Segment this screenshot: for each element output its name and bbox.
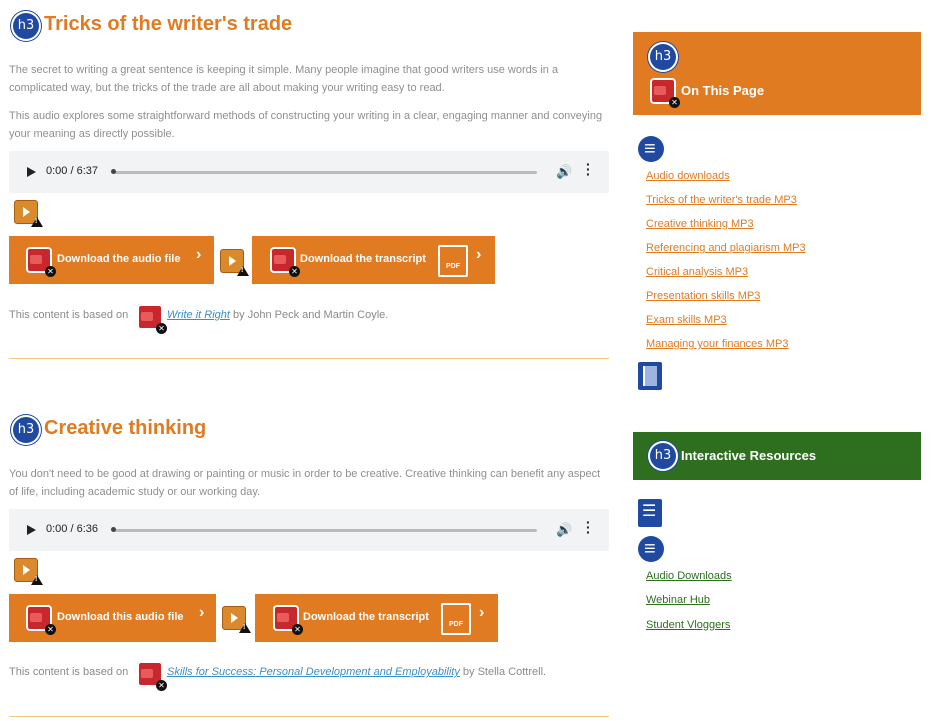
section-description-paragraph: This audio explores some straightforward… [9,110,603,140]
list-icon [638,536,664,562]
book-cover-icon [137,304,167,334]
book-title-link[interactable]: Skills for Success: Personal Development… [167,666,460,678]
video-fallback-icon [14,200,43,227]
pdf-icon: PDF [441,603,471,635]
audio-time: 0:00 / 6:37 [46,165,98,177]
based-on-prefix: This content is based on [9,309,129,321]
based-on-line: This content is based on [9,309,128,321]
sidebar-link-finances-mp3[interactable]: Managing your finances MP3 [646,338,916,362]
audio-file-icon [26,247,56,277]
download-audio-label: Download this audio file [57,611,184,623]
video-fallback-icon [222,606,251,633]
sidebar-link-audio-downloads-hub[interactable]: Audio Downloads [646,570,916,594]
book-authors: by Stella Cottrell. [462,666,547,678]
on-this-page-links: Audio downloads Tricks of the writer's t… [646,170,916,362]
based-on-prefix: This content is based on [9,666,129,678]
audio-time: 0:00 / 6:36 [46,523,98,535]
h3-badge-icon: h3 [650,44,676,70]
document-icon [638,499,662,527]
section-divider [9,358,609,359]
sidebar-link-referencing-mp3[interactable]: Referencing and plagiarism MP3 [646,242,916,266]
audio-player[interactable]: 0:00 / 6:37 🔊 · · · [9,151,609,193]
section-intro-paragraph: The secret to writing a great sentence i… [9,64,559,94]
interactive-resources-title: Interactive Resources [681,448,817,463]
download-transcript-button[interactable]: Download the transcript PDF › [252,236,495,284]
more-options-icon[interactable]: · · · [586,515,591,539]
transcript-file-icon [273,605,303,635]
sidebar-link-creative-mp3[interactable]: Creative thinking MP3 [646,218,916,242]
sidebar-link-presentation-mp3[interactable]: Presentation skills MP3 [646,290,916,314]
volume-icon[interactable]: 🔊 [556,522,572,538]
download-audio-label: Download the audio file [57,253,181,265]
section-intro-paragraph: You don't need to be good at drawing or … [9,468,601,498]
section-title-creative: Creative thinking [44,417,207,439]
video-fallback-icon [220,249,249,276]
book-authors: by John Peck and Martin Coyle. [233,309,389,321]
chevron-right-icon: › [476,246,482,263]
audio-progress-knob[interactable] [111,527,116,532]
volume-icon[interactable]: 🔊 [556,164,572,180]
sidebar-link-exam-mp3[interactable]: Exam skills MP3 [646,314,916,338]
book-title-link[interactable]: Write it Right [167,309,230,321]
interactive-resources-header: h3 Interactive Resources [633,432,921,480]
on-this-page-header: h3 On This Page [633,32,921,115]
sidebar-link-tricks-mp3[interactable]: Tricks of the writer's trade MP3 [646,194,916,218]
download-transcript-label: Download the transcript [300,253,426,265]
h3-badge-icon: h3 [650,443,676,469]
pdf-icon: PDF [438,245,468,277]
download-audio-button[interactable]: Download this audio file › [9,594,216,642]
chevron-right-icon: › [479,604,485,621]
section-title-tricks: Tricks of the writer's trade [44,13,293,35]
on-this-page-title: On This Page [681,83,765,98]
audio-file-icon [26,605,56,635]
sidebar-link-webinar-hub[interactable]: Webinar Hub [646,594,916,619]
h3-badge-icon: h3 [13,13,39,39]
audio-progress-knob[interactable] [111,169,116,174]
download-audio-button[interactable]: Download the audio file › [9,236,214,284]
section-divider [9,716,609,717]
sidebar-link-critical-mp3[interactable]: Critical analysis MP3 [646,266,916,290]
sidebar-link-audio-downloads[interactable]: Audio downloads [646,170,916,194]
book-icon [638,362,662,390]
video-fallback-icon [14,558,43,585]
book-cover-icon [137,661,167,691]
book-reference: Write it Right by John Peck and Martin C… [167,309,388,321]
audio-progress-bar[interactable] [113,171,537,174]
book-reference: Skills for Success: Personal Development… [167,666,546,678]
audio-player[interactable]: 0:00 / 6:36 🔊 · · · [9,509,609,551]
page-icon [650,78,680,108]
sidebar-link-student-vloggers[interactable]: Student Vloggers [646,619,916,643]
transcript-file-icon [270,247,300,277]
h3-badge-icon: h3 [13,417,39,443]
based-on-line: This content is based on [9,666,128,678]
download-transcript-button[interactable]: Download the transcript PDF › [255,594,498,642]
chevron-right-icon: › [196,246,202,263]
download-transcript-label: Download the transcript [303,611,429,623]
play-icon[interactable] [27,167,36,177]
chevron-right-icon: › [199,604,205,621]
play-icon[interactable] [27,525,36,535]
interactive-resources-links: Audio Downloads Webinar Hub Student Vlog… [646,570,916,643]
list-icon [638,136,664,162]
more-options-icon[interactable]: · · · [586,157,591,181]
audio-progress-bar[interactable] [113,529,537,532]
